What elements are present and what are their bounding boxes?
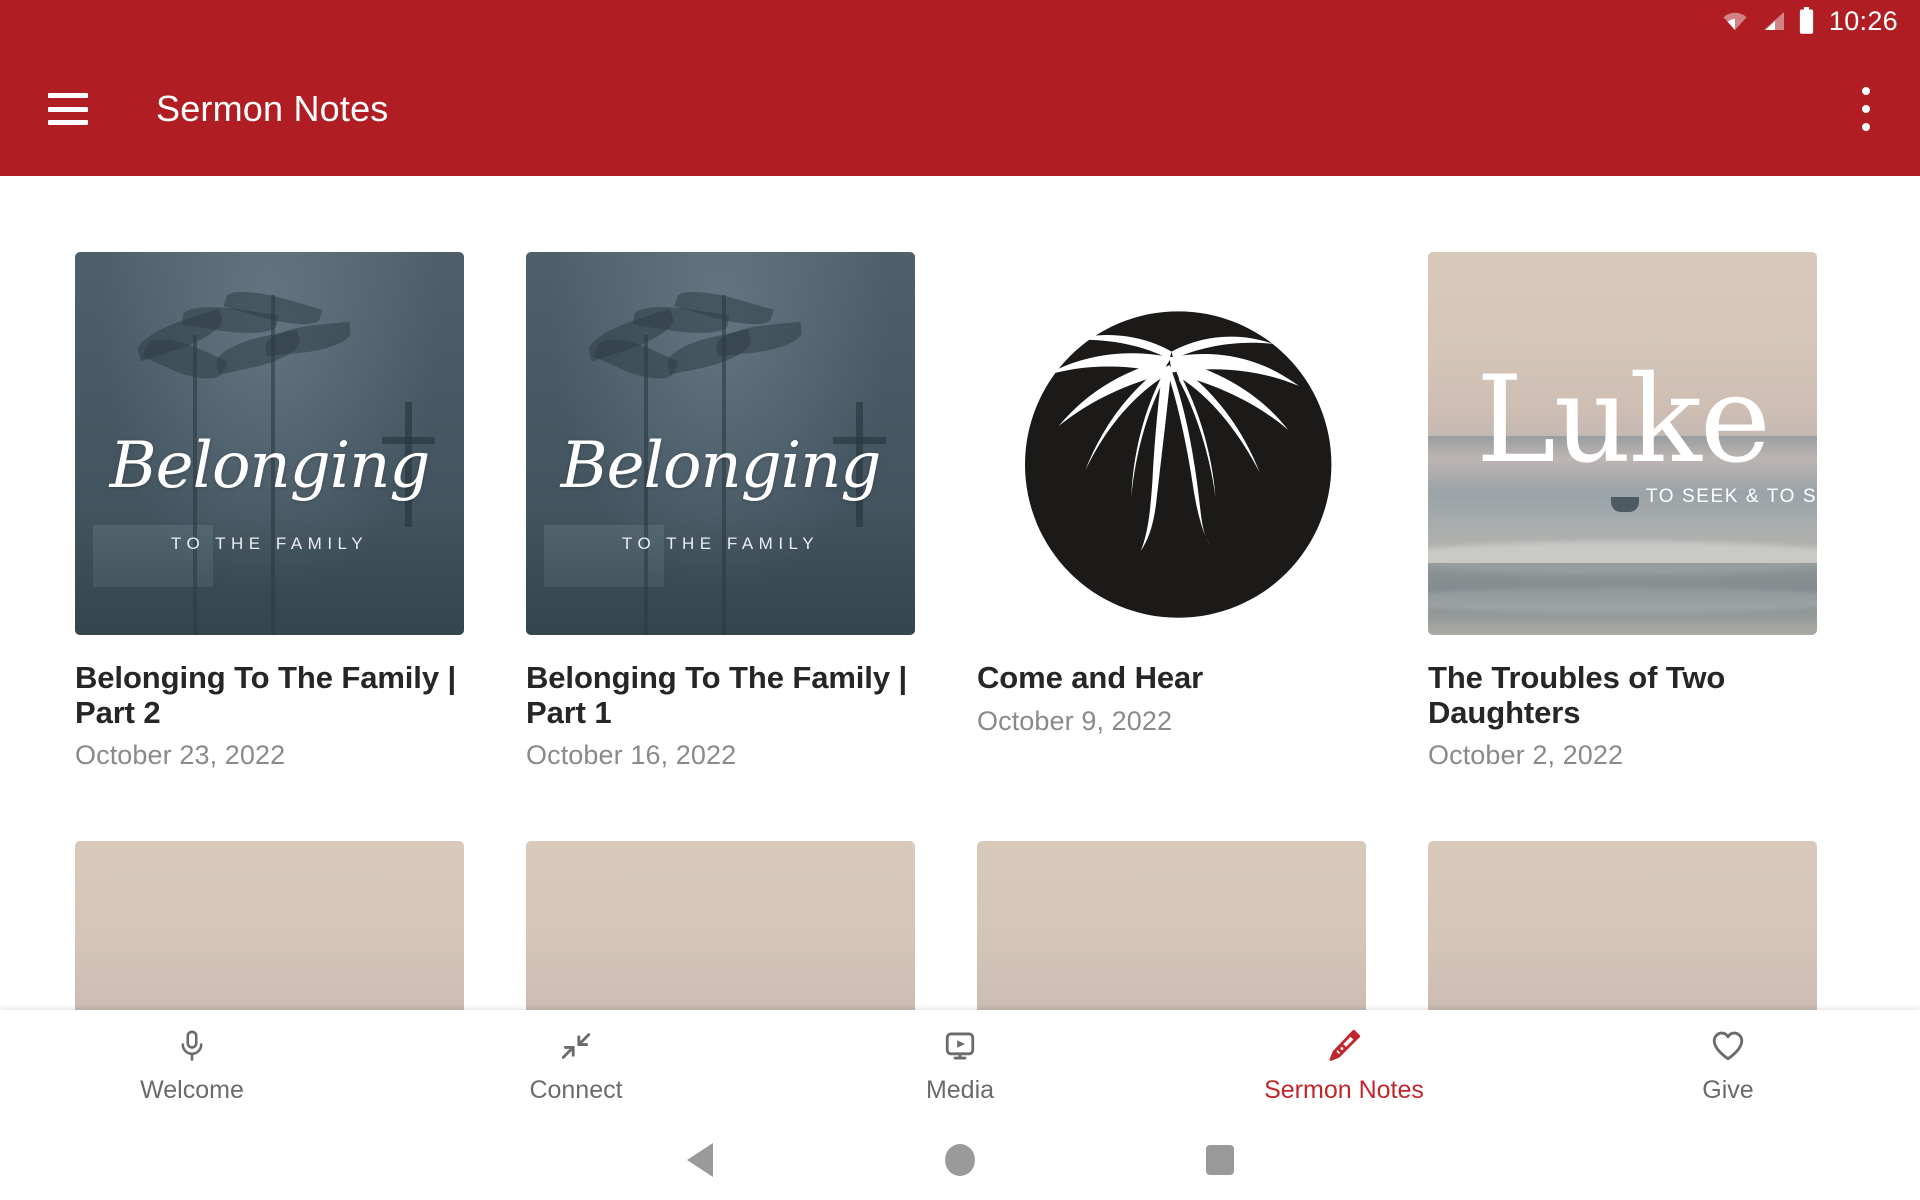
status-bar-clock: 10:26: [1828, 5, 1898, 36]
luke-to-seek-and-to-save-artwork: Luke TO SEEK & TO SAVE: [977, 841, 1366, 1010]
back-triangle-icon[interactable]: [570, 1143, 830, 1177]
app-bar: Sermon Notes: [0, 42, 1920, 176]
media-player-icon: [943, 1026, 977, 1066]
shoreline-shadow: [1428, 563, 1817, 635]
artwork-subtitle-text: TO SEEK & TO SAVE: [1645, 485, 1817, 507]
boat-shape: [1610, 497, 1639, 513]
sermon-card[interactable]: Luke TO SEEK & TO SAVE: [526, 841, 915, 1010]
sermon-artwork[interactable]: Luke TO SEEK & TO SAVE: [526, 841, 915, 1010]
nav-item-give[interactable]: Give: [1536, 1026, 1920, 1105]
sermon-date: October 16, 2022: [526, 740, 737, 771]
heart-outline-icon: [1710, 1026, 1746, 1066]
sermon-artwork[interactable]: Belonging TO THE FAMILY: [75, 252, 464, 635]
microphone-icon: [175, 1026, 209, 1066]
nav-label: Welcome: [140, 1075, 244, 1104]
nav-label: Sermon Notes: [1264, 1075, 1424, 1104]
android-system-navigation-bar: [0, 1120, 1920, 1200]
nav-item-connect[interactable]: Connect: [384, 1026, 768, 1105]
wifi-icon: [1720, 9, 1750, 33]
sermon-grid: Belonging TO THE FAMILY Belonging To The…: [75, 252, 1865, 1010]
pen-nib-icon: [1326, 1026, 1362, 1066]
artwork-script-text: Belonging: [109, 428, 431, 503]
palm-tree-logo-svg: [1025, 311, 1332, 618]
sermon-artwork[interactable]: Luke TO SEEK & TO SAVE: [1428, 252, 1817, 635]
nav-label: Connect: [529, 1075, 623, 1104]
artwork-script-text: Belonging: [560, 428, 882, 503]
home-circle-icon[interactable]: [830, 1144, 1090, 1176]
sermon-list-scroll-area[interactable]: Belonging TO THE FAMILY Belonging To The…: [0, 176, 1920, 1010]
recent-apps-square-icon[interactable]: [1090, 1145, 1350, 1175]
sermon-artwork[interactable]: Luke TO SEEK & TO SAVE: [977, 841, 1366, 1010]
nav-label: Media: [925, 1075, 995, 1104]
nav-label: Give: [1702, 1075, 1754, 1104]
palm-tree-circle-logo: [977, 252, 1366, 635]
luke-to-seek-and-to-save-artwork: Luke TO SEEK & TO SAVE: [75, 841, 464, 1010]
sermon-artwork[interactable]: Belonging TO THE FAMILY: [526, 252, 915, 635]
bottom-navigation-bar: Welcome Connect Media Sermon Notes Give: [0, 1010, 1920, 1120]
sermon-card[interactable]: Come and Hear October 9, 2022: [977, 252, 1366, 771]
nav-item-welcome[interactable]: Welcome: [0, 1026, 384, 1105]
artwork-subtitle-text: TO THE FAMILY: [170, 533, 369, 553]
sermon-card[interactable]: Luke TO SEEK & TO SAVE The Troubles of T…: [1428, 252, 1817, 771]
sermon-title: Belonging To The Family | Part 2: [75, 660, 457, 730]
status-bar: 10:26: [0, 0, 1920, 42]
overflow-menu-icon[interactable]: [1860, 87, 1872, 131]
sermon-title: Belonging To The Family | Part 1: [526, 660, 908, 730]
sermon-card[interactable]: Luke TO SEEK & TO SAVE: [75, 841, 464, 1010]
sermon-card[interactable]: Belonging TO THE FAMILY Belonging To The…: [526, 252, 915, 771]
compress-arrows-icon: [559, 1026, 593, 1066]
sermon-card[interactable]: Luke TO SEEK & TO SAVE: [1428, 841, 1817, 1010]
sermon-date: October 2, 2022: [1428, 740, 1624, 771]
sermon-card[interactable]: Luke TO SEEK & TO SAVE: [977, 841, 1366, 1010]
artwork-script-text: Luke: [1476, 350, 1771, 490]
page-title: Sermon Notes: [156, 88, 389, 129]
sermon-title: Come and Hear: [977, 660, 1204, 695]
belonging-to-the-family-artwork: Belonging TO THE FAMILY: [75, 252, 464, 635]
sermon-date: October 23, 2022: [75, 740, 286, 771]
cellular-signal-icon: [1760, 9, 1788, 33]
sermon-title: The Troubles of Two Daughters: [1428, 660, 1726, 730]
nav-item-sermon-notes[interactable]: Sermon Notes: [1152, 1026, 1536, 1105]
sermon-card[interactable]: Belonging TO THE FAMILY Belonging To The…: [75, 252, 464, 771]
hamburger-menu-icon[interactable]: [48, 93, 88, 125]
nav-item-media[interactable]: Media: [768, 1026, 1152, 1105]
luke-to-seek-and-to-save-artwork: Luke TO SEEK & TO SAVE: [526, 841, 915, 1010]
belonging-to-the-family-artwork: Belonging TO THE FAMILY: [526, 252, 915, 635]
artwork-subtitle-text: TO THE FAMILY: [621, 533, 820, 553]
sermon-artwork[interactable]: Luke TO SEEK & TO SAVE: [75, 841, 464, 1010]
sermon-artwork[interactable]: Luke TO SEEK & TO SAVE: [1428, 841, 1817, 1010]
sermon-artwork[interactable]: [977, 252, 1366, 635]
luke-to-seek-and-to-save-artwork: Luke TO SEEK & TO SAVE: [1428, 841, 1817, 1010]
battery-icon: [1798, 7, 1815, 35]
sermon-date: October 9, 2022: [977, 705, 1173, 736]
luke-to-seek-and-to-save-artwork: Luke TO SEEK & TO SAVE: [1428, 252, 1817, 635]
